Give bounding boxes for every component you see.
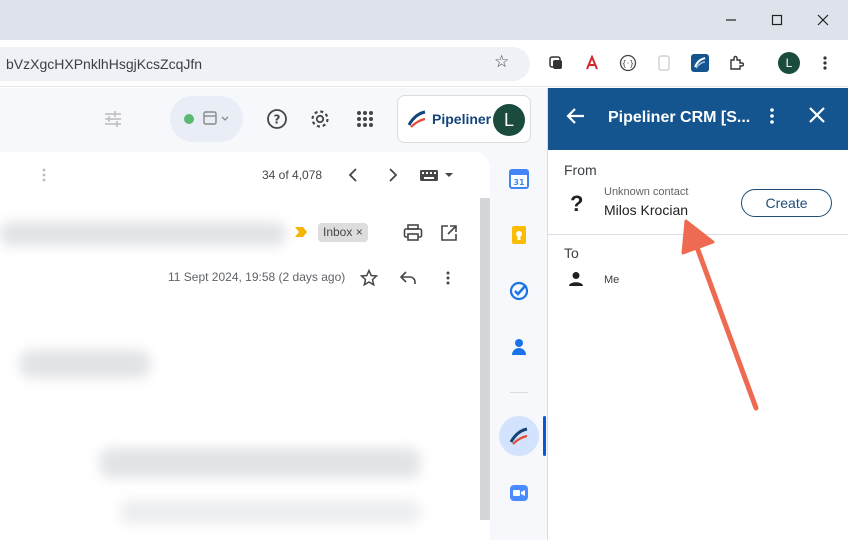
more-options-icon[interactable] — [38, 166, 50, 184]
pipeliner-account-button[interactable]: Pipeliner L — [397, 95, 531, 143]
minimize-icon[interactable] — [708, 0, 754, 40]
extensions-puzzle-icon[interactable] — [726, 53, 746, 73]
settings-gear-icon[interactable] — [307, 106, 333, 132]
extension-pdf-icon[interactable] — [582, 53, 602, 73]
inbox-label-badge[interactable]: Inbox × — [318, 223, 368, 242]
extension-blank-icon[interactable] — [654, 53, 674, 73]
reply-icon[interactable] — [398, 268, 418, 288]
email-view — [0, 152, 490, 540]
open-new-window-icon[interactable] — [438, 223, 460, 243]
message-count: 34 of 4,078 — [262, 168, 323, 182]
pipeliner-addon-icon[interactable] — [499, 416, 539, 456]
apps-grid-icon[interactable] — [352, 106, 378, 132]
message-more-icon[interactable] — [440, 268, 456, 288]
unknown-contact-icon: ? — [570, 191, 584, 216]
bookmark-star-icon[interactable]: ☆ — [494, 52, 509, 72]
panel-more-icon[interactable] — [770, 107, 774, 130]
crm-side-panel: Pipeliner CRM [S... From ? Unknown conta… — [547, 88, 848, 540]
filter-sliders-icon[interactable] — [100, 108, 126, 130]
unknown-contact-label: Unknown contact — [604, 186, 689, 198]
pipeliner-label: Pipeliner — [432, 111, 492, 127]
to-label: To — [564, 245, 579, 261]
importance-marker-icon[interactable] — [294, 225, 308, 239]
keep-app-icon[interactable] — [509, 225, 529, 245]
recipient-name: Me — [604, 274, 620, 286]
panel-header: Pipeliner CRM [S... — [548, 88, 848, 150]
next-message-icon[interactable] — [384, 166, 402, 184]
extension-copy-icon[interactable] — [546, 53, 566, 73]
back-arrow-icon[interactable] — [566, 106, 586, 130]
zoom-app-icon[interactable] — [509, 483, 529, 503]
create-contact-button[interactable]: Create — [741, 189, 832, 217]
blurred-subject — [0, 222, 286, 246]
contacts-app-icon[interactable] — [509, 337, 529, 357]
remove-label-icon[interactable]: × — [356, 225, 363, 239]
pipeliner-logo-icon — [407, 110, 426, 128]
calendar-app-icon[interactable]: 31 — [509, 169, 529, 189]
blurred-body-2 — [120, 500, 420, 524]
extension-pipeliner-icon[interactable] — [690, 53, 710, 73]
window-title-bar — [0, 0, 848, 40]
panel-close-icon[interactable] — [808, 105, 826, 129]
email-scrollbar[interactable] — [480, 198, 490, 520]
tasks-app-icon[interactable] — [509, 281, 529, 301]
close-window-icon[interactable] — [800, 0, 846, 40]
address-bar[interactable]: bVzXgcHXPnklhHsgjKcsZcqJfn ☆ — [0, 47, 530, 81]
profile-avatar[interactable]: L — [778, 52, 800, 74]
email-date: 11 Sept 2024, 19:58 (2 days ago) — [168, 270, 346, 284]
maximize-icon[interactable] — [754, 0, 800, 40]
previous-message-icon[interactable] — [344, 166, 362, 184]
keyboard-input-icon[interactable] — [418, 166, 456, 184]
person-icon — [569, 272, 583, 286]
panel-title: Pipeliner CRM [S... — [608, 109, 751, 126]
star-icon[interactable] — [359, 268, 379, 288]
account-avatar[interactable]: L — [493, 104, 525, 136]
blurred-body — [100, 448, 420, 478]
svg-text:{·}: {·} — [622, 59, 635, 68]
rail-divider — [510, 392, 528, 393]
sender-name: Milos Krocian — [604, 202, 689, 218]
svg-text:?: ? — [274, 113, 281, 127]
extension-code-icon[interactable]: {·} — [618, 53, 638, 73]
svg-text:31: 31 — [513, 178, 525, 187]
browser-menu-icon[interactable] — [815, 53, 835, 73]
help-icon[interactable]: ? — [264, 106, 290, 132]
from-label: From — [564, 162, 597, 178]
status-selector[interactable] — [170, 96, 243, 142]
rail-active-indicator — [543, 416, 546, 456]
url-text: bVzXgcHXPnklhHsgjKcsZcqJfn — [6, 56, 203, 72]
print-icon[interactable] — [402, 223, 424, 243]
browser-toolbar: bVzXgcHXPnklhHsgjKcsZcqJfn ☆ {·} — [0, 40, 848, 87]
blurred-sender — [20, 350, 150, 378]
inbox-label-text: Inbox — [323, 225, 353, 239]
section-divider — [548, 234, 848, 235]
status-indicator-icon — [184, 111, 229, 125]
